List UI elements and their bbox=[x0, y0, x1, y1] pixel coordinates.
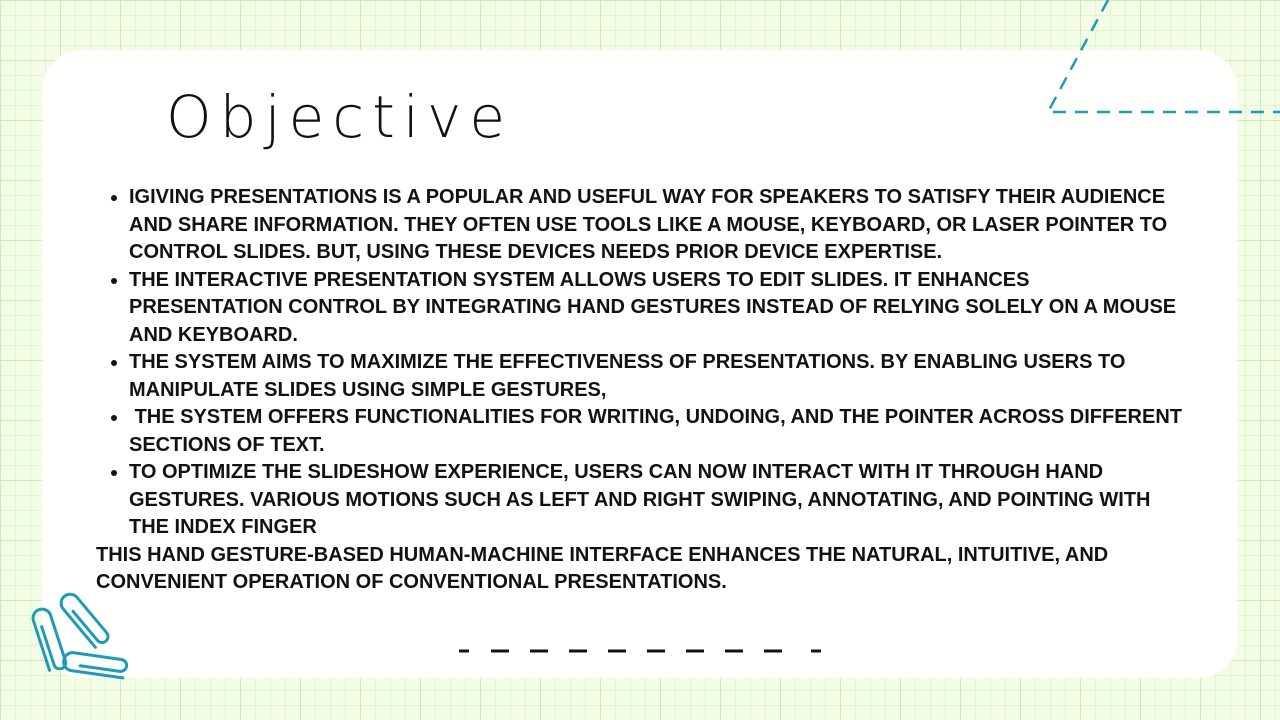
slide-body: iGiving presentations is a popular and u… bbox=[96, 184, 1186, 597]
dashed-divider bbox=[459, 649, 821, 653]
list-item: The system aims to maximize the effectiv… bbox=[129, 349, 1186, 404]
list-item: The interactive presentation system allo… bbox=[129, 267, 1186, 350]
slide-title: Objective bbox=[166, 83, 514, 151]
bullet-list: iGiving presentations is a popular and u… bbox=[96, 184, 1186, 542]
list-item: The system offers functionalities for wr… bbox=[129, 404, 1186, 459]
paperclip-icon bbox=[31, 592, 129, 680]
closing-paragraph: This hand gesture-based human-machine in… bbox=[96, 543, 1109, 594]
dashed-line-icon bbox=[1045, 0, 1280, 114]
list-item: To optimize the slideshow experience, us… bbox=[129, 459, 1186, 542]
list-item: iGiving presentations is a popular and u… bbox=[129, 184, 1186, 267]
